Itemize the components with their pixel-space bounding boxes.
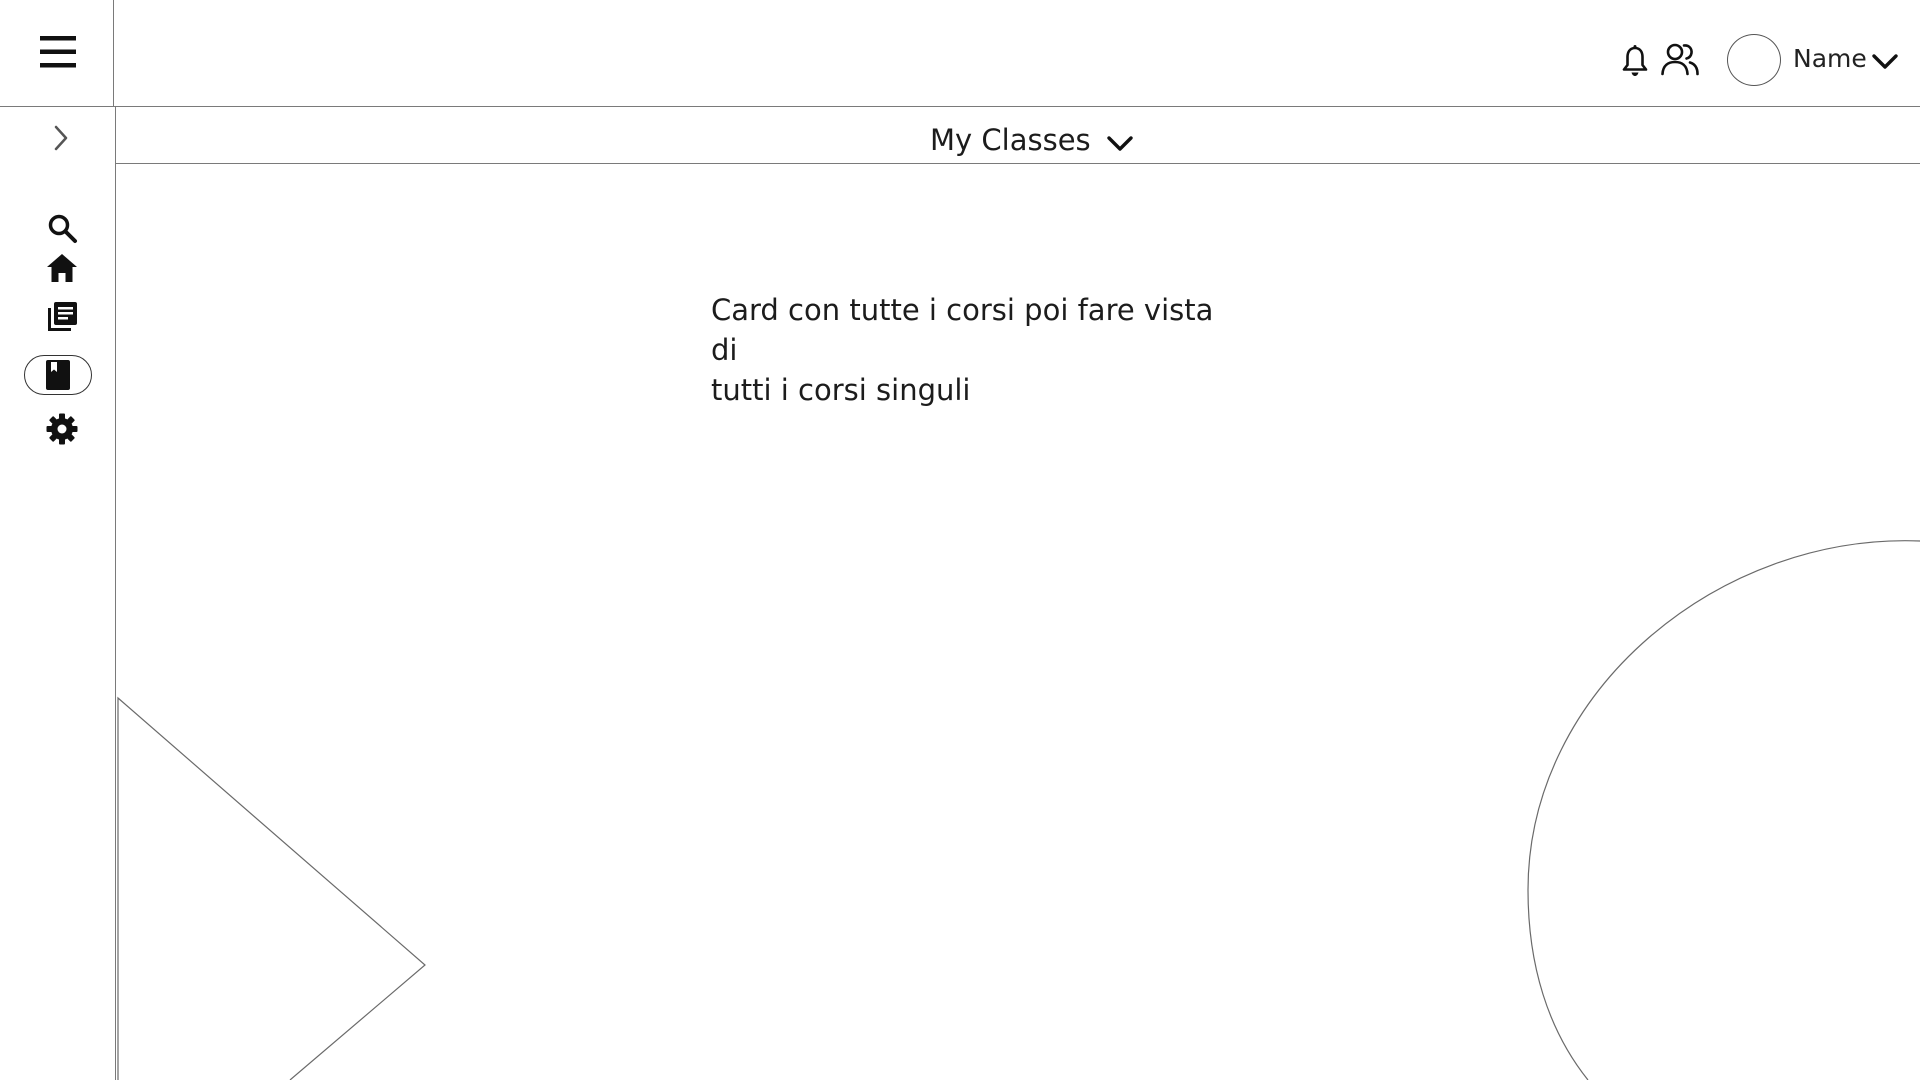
placeholder-circle xyxy=(1527,540,1920,1080)
placeholder-triangle xyxy=(117,696,426,1080)
placeholder-shapes xyxy=(117,540,1920,1080)
app-window: Name My Classes Card con tutte i corsi p… xyxy=(0,0,1920,1080)
